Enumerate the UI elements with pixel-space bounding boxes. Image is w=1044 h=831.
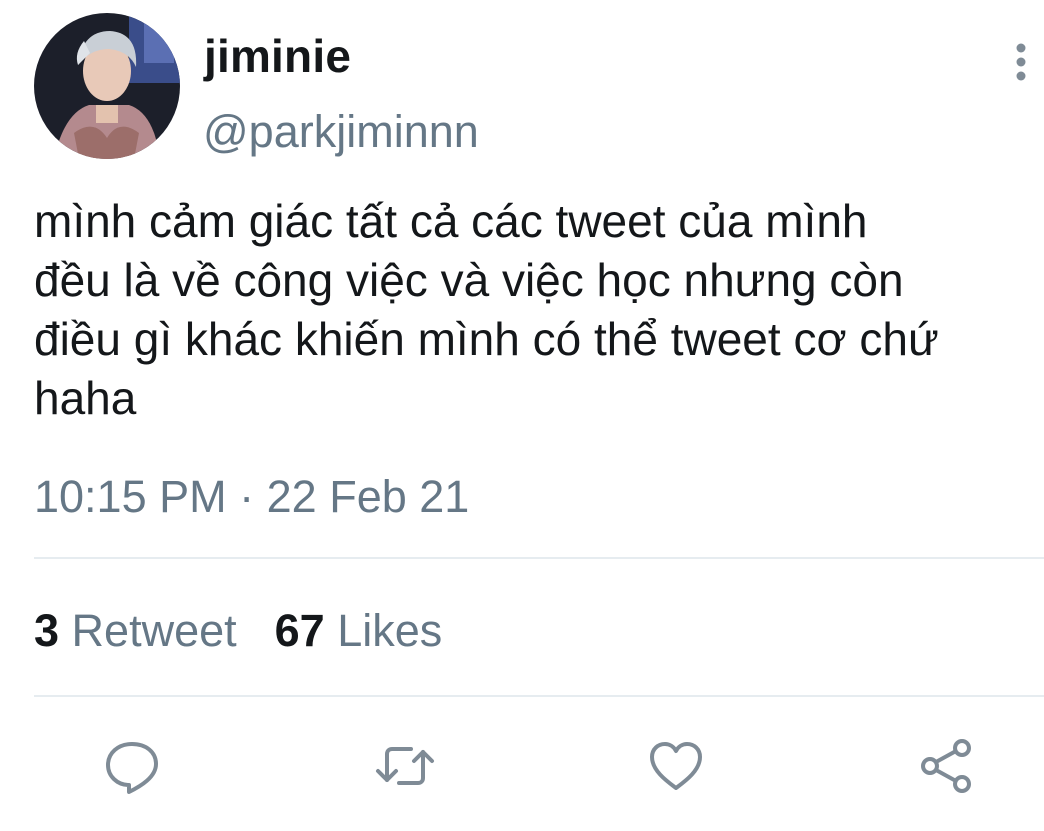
profile-photo [34,13,180,159]
retweet-label: Retweet [71,605,237,656]
display-name[interactable]: jiminie [204,28,351,84]
tweet-time: 10:15 PM [34,471,227,522]
likes-label: Likes [337,605,443,656]
retweet-icon [376,747,434,785]
timestamp-separator: · [239,471,255,522]
engagement-stats: 3 Retweet 67 Likes [34,602,442,660]
divider [34,695,1044,697]
retweet-button[interactable] [375,736,435,796]
reply-icon [106,742,158,794]
retweet-count: 3 [34,605,60,656]
like-button[interactable] [646,736,706,796]
divider [34,557,1044,559]
share-icon [921,739,971,793]
heart-icon [650,742,702,790]
username-handle[interactable]: @parkjiminnn [203,104,479,160]
avatar[interactable] [34,13,180,159]
likes-stat[interactable]: 67 Likes [275,605,443,656]
tweet-date: 22 Feb 21 [266,471,470,522]
share-button[interactable] [918,736,978,796]
more-options-button[interactable] [1006,40,1036,84]
reply-button[interactable] [102,736,162,796]
more-vertical-icon [1016,43,1026,81]
likes-count: 67 [274,605,325,656]
tweet-timestamp[interactable]: 10:15 PM · 22 Feb 21 [34,468,469,526]
retweet-stat[interactable]: 3 Retweet [34,605,237,656]
tweet-text: mình cảm giác tất cả các tweet của mình … [34,195,939,424]
